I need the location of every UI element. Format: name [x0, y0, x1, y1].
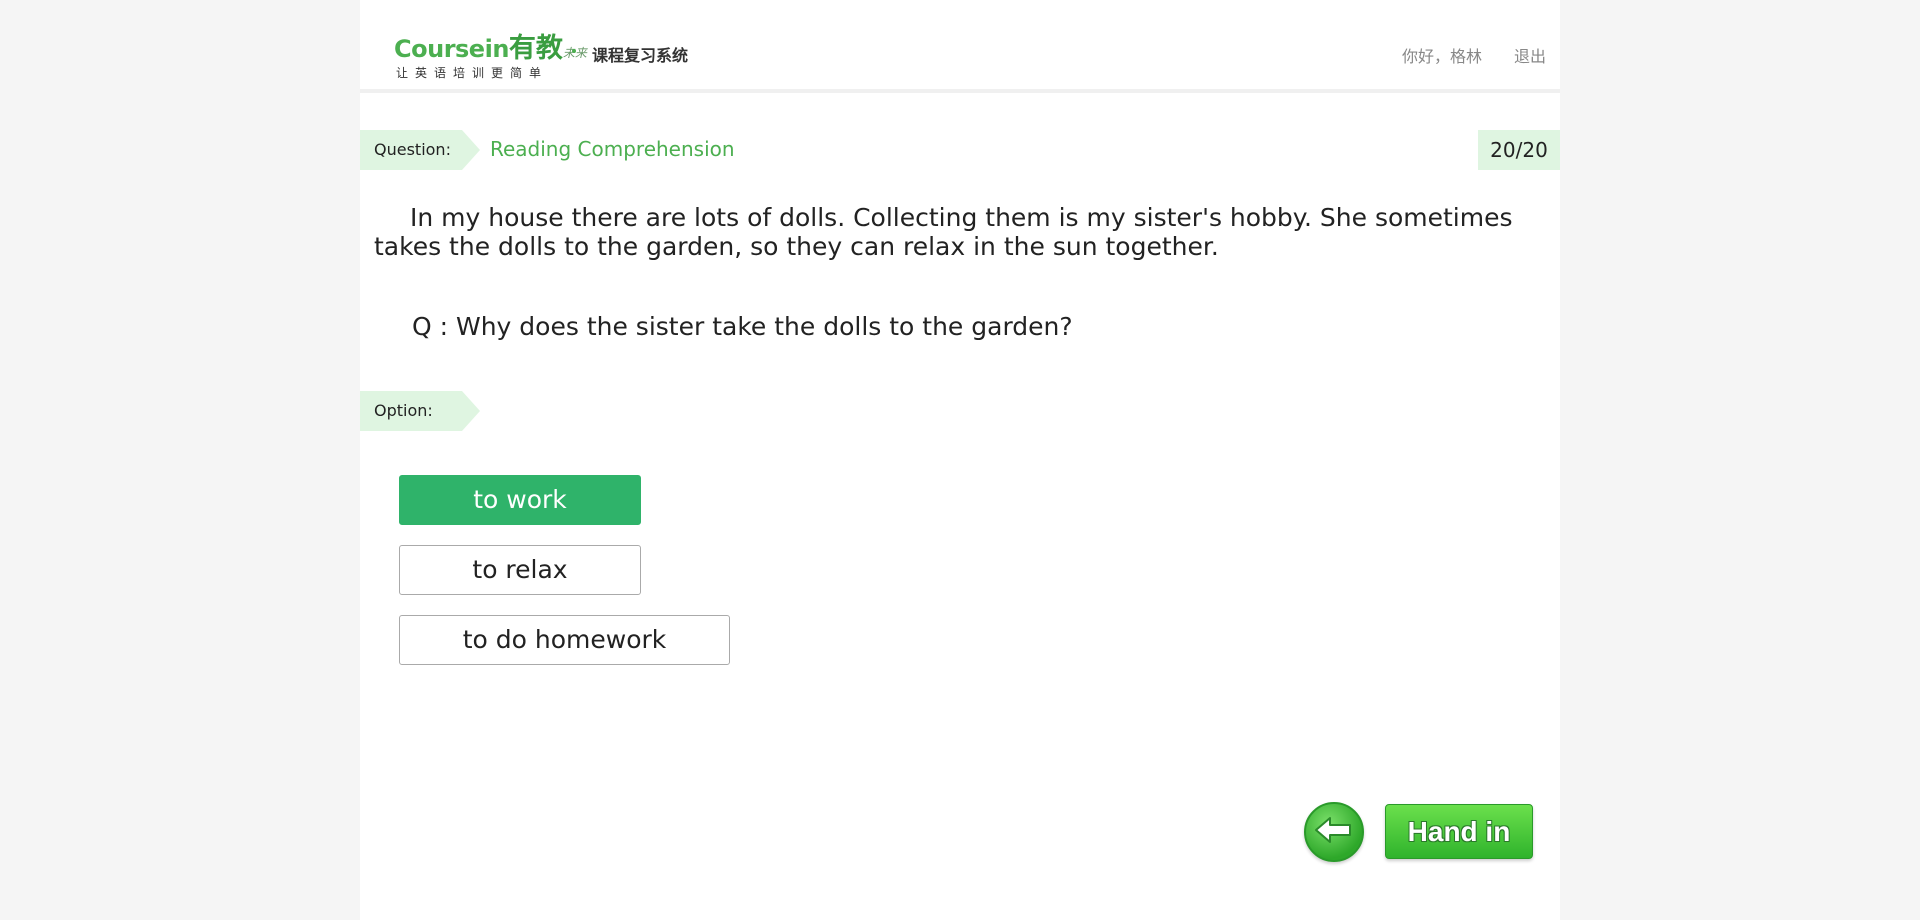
question-prompt: Q : Why does the sister take the dolls t… [412, 312, 1073, 341]
logo-sub-text: 未来 [562, 46, 587, 60]
question-type: Reading Comprehension [490, 137, 735, 161]
logo-tagline: 让英语培训更简单 [396, 66, 549, 80]
question-counter: 20/20 [1478, 130, 1560, 170]
logo-dot [572, 49, 576, 53]
logout-link[interactable]: 退出 [1514, 43, 1546, 67]
page: Coursein有教未来 课程复习系统 让英语培训更简单 你好，格林 退出 Qu… [360, 0, 1560, 920]
hand-in-button[interactable]: Hand in [1385, 804, 1533, 859]
user-greeting: 你好，格林 [1402, 47, 1483, 66]
option-button[interactable]: to do homework [399, 615, 730, 665]
back-button[interactable] [1304, 802, 1364, 862]
option-button[interactable]: to relax [399, 545, 641, 595]
system-name: 课程复习系统 [592, 46, 689, 65]
logo: Coursein有教未来 课程复习系统 让英语培训更简单 [394, 26, 714, 82]
logo-wordmark: Coursein有教未来 [394, 26, 587, 65]
option-button[interactable]: to work [399, 475, 641, 525]
reading-passage: In my house there are lots of dolls. Col… [374, 203, 1513, 261]
question-tag: Question: [360, 130, 480, 170]
header: Coursein有教未来 课程复习系统 让英语培训更简单 你好，格林 退出 [360, 0, 1560, 93]
logo-chinese-text: 有教 [508, 33, 563, 64]
option-tag: Option: [360, 391, 480, 431]
arrow-left-icon [1314, 815, 1354, 849]
logo-course-text: Coursein [394, 35, 509, 63]
